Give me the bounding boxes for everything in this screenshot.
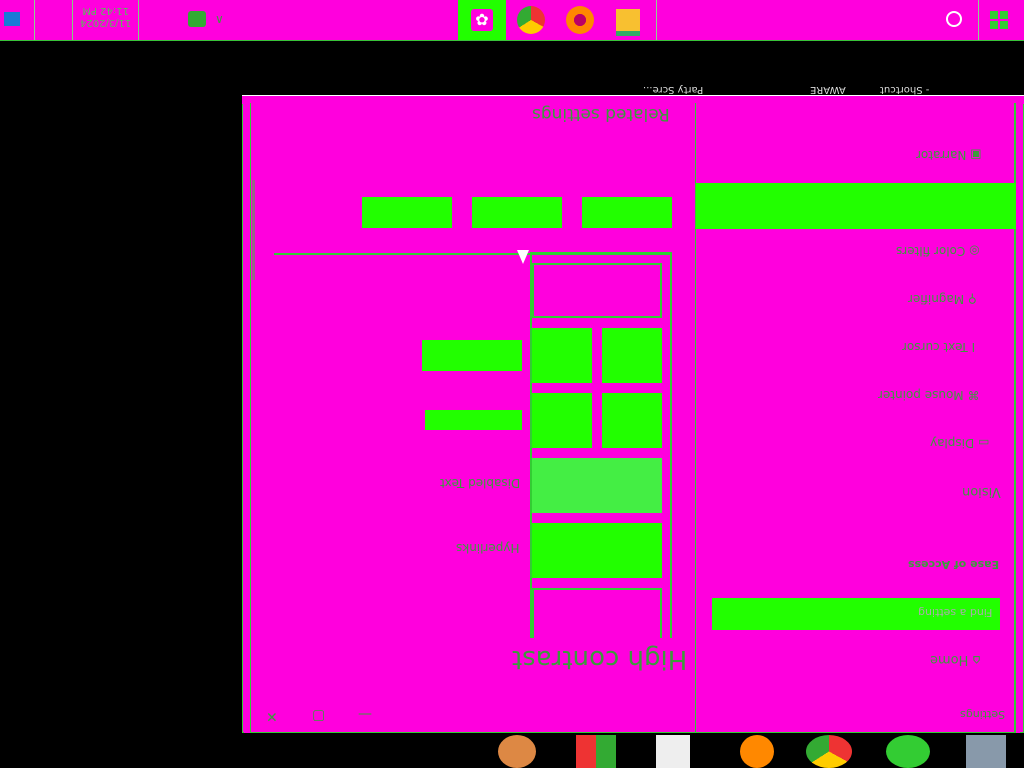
desktop-app-icon[interactable] (656, 735, 690, 768)
divider-line (274, 253, 672, 255)
search-input[interactable]: Find a setting (712, 598, 1000, 630)
desktop-app-icon[interactable] (576, 735, 616, 768)
text-cursor-icon: I (971, 340, 976, 354)
task-view-icon[interactable] (4, 12, 20, 26)
minimize-button[interactable]: — (358, 706, 372, 722)
swatch-text[interactable] (532, 588, 662, 638)
swatch-background[interactable] (532, 263, 662, 318)
sidebar-item-text-cursor[interactable]: I Text cursor (902, 340, 975, 354)
settings-taskbar-button[interactable]: ✿ (458, 0, 506, 40)
related-settings-header: Related settings (532, 104, 670, 124)
chevron-down-icon[interactable]: ∨ (215, 12, 224, 26)
sidebar-item-narrator[interactable]: ▣ Narrator (916, 148, 982, 162)
desktop-app-icon[interactable] (886, 735, 930, 768)
tray-app-icon[interactable] (188, 11, 206, 27)
settings-icon: ✿ (471, 9, 493, 31)
vision-header: Vision (962, 484, 1001, 499)
content-section-edge (252, 180, 255, 280)
sidebar-item-high-contrast[interactable] (696, 183, 1016, 229)
sidebar-item-magnifier[interactable]: ⚲ Magnifier (908, 292, 977, 306)
swatch-button-text-bg[interactable] (532, 328, 592, 383)
swatch-disabled-text[interactable] (532, 458, 662, 513)
mouse-cursor (517, 250, 529, 264)
desktop-app-icon[interactable] (498, 735, 536, 768)
search-placeholder: Find a setting (917, 606, 992, 619)
section-header-ease-of-access: Ease of Access (908, 558, 1000, 571)
windows-icon[interactable] (990, 11, 1008, 29)
desktop-icon-label[interactable]: AWARE (810, 84, 846, 95)
window-title: Settings (960, 708, 1006, 721)
taskbar: 11/3/2024 11:42 PM ∨ ✿ (0, 0, 1024, 41)
disabled-text-label: Disabled Text (440, 476, 521, 490)
desktop-app-icon[interactable] (740, 735, 774, 768)
apply-button[interactable] (582, 197, 672, 228)
maximize-button[interactable]: ▢ (312, 708, 325, 724)
display-icon: ▭ (978, 436, 990, 450)
color-filters-icon: ◎ (969, 244, 980, 258)
file-explorer-icon[interactable] (616, 9, 640, 36)
search-icon[interactable] (946, 11, 962, 27)
chrome-desktop-icon[interactable] (806, 735, 852, 768)
clock-date: 11/3/2024 (79, 17, 132, 28)
home-icon: ⌂ (972, 652, 981, 667)
magnifier-icon: ⚲ (967, 292, 977, 306)
page-title: High contrast (512, 644, 688, 674)
reset-button[interactable] (362, 197, 452, 228)
cancel-button[interactable] (472, 197, 562, 228)
swatch-selected-text-fg[interactable] (602, 393, 662, 448)
desktop-icon-label[interactable]: - Shortcut (880, 84, 929, 95)
swatch-hyperlinks[interactable] (532, 523, 662, 578)
chrome-icon[interactable] (517, 6, 545, 34)
sidebar-item-mouse-pointer[interactable]: ⌘ Mouse pointer (878, 388, 980, 402)
sidebar-item-color-filters[interactable]: ◎ Color filters (896, 244, 980, 258)
close-button[interactable]: ✕ (266, 708, 278, 724)
sidebar-item-display[interactable]: ▭ Display (930, 436, 989, 450)
selected-text-label-bar (425, 410, 522, 430)
swatch-selected-text-bg[interactable] (532, 393, 592, 448)
narrator-icon: ▣ (970, 148, 982, 162)
sidebar-item-home[interactable]: ⌂ Home (930, 652, 981, 667)
hyperlinks-label: Hyperlinks (456, 541, 520, 555)
clock[interactable]: 11/3/2024 11:42 PM (72, 0, 139, 40)
desktop-app-icon[interactable] (966, 735, 1006, 768)
window-bottom-edge (242, 95, 1024, 104)
desktop-icon-label[interactable]: Party Scre... (643, 84, 703, 95)
swatch-button-text-fg[interactable] (602, 328, 662, 383)
firefox-icon[interactable] (566, 6, 594, 34)
mouse-pointer-icon: ⌘ (967, 388, 980, 402)
clock-time: 11:42 PM (82, 5, 129, 16)
button-text-label-bar (422, 340, 522, 371)
window-left-border (244, 103, 251, 733)
